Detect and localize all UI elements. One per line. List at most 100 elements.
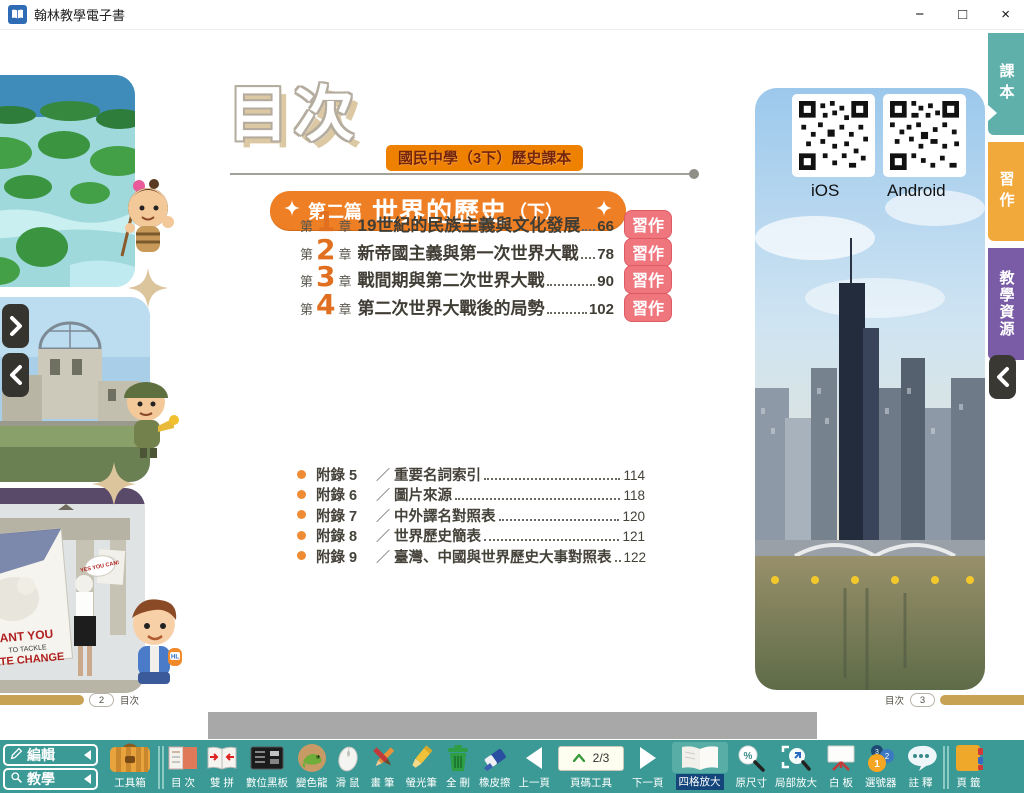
edit-mode-button[interactable]: 編輯 bbox=[3, 744, 98, 766]
toolbar-button-whiteboard[interactable]: 白 板 bbox=[821, 742, 861, 793]
appendix-row[interactable]: 附錄 5 ／ 重要名詞索引 114 bbox=[297, 464, 645, 484]
footer-left: 2 目次 bbox=[0, 692, 145, 708]
app-window: 翰林教學電子書 − □ × bbox=[0, 0, 1024, 793]
toolbar-button-toolbox[interactable]: 工具箱 bbox=[98, 742, 156, 793]
toolbar-button-next-page[interactable]: 下一頁 bbox=[628, 742, 668, 793]
nav-back-button-left[interactable] bbox=[2, 353, 29, 397]
maximize-button[interactable]: □ bbox=[958, 0, 967, 30]
nav-forward-button[interactable] bbox=[2, 304, 29, 348]
toolbox-icon bbox=[108, 742, 152, 774]
workbook-badge[interactable]: 習作 bbox=[624, 238, 672, 267]
toolbar-button-annotation[interactable]: 註 釋 bbox=[901, 742, 941, 793]
brush-icon bbox=[368, 742, 398, 774]
teach-mode-button[interactable]: 教學 bbox=[3, 768, 98, 790]
tab-teaching-resources[interactable]: 教學資源 bbox=[988, 248, 1024, 360]
workbook-badge[interactable]: 習作 bbox=[624, 293, 672, 322]
toolbar-separator bbox=[158, 746, 160, 789]
bullet-icon bbox=[297, 490, 306, 499]
photo-city-skyline: iOS Android bbox=[755, 88, 985, 690]
svg-text:2: 2 bbox=[885, 752, 890, 761]
toolbar-button-mouse[interactable]: 滑 鼠 bbox=[332, 742, 364, 793]
window-title: 翰林教學電子書 bbox=[34, 5, 125, 24]
collapse-arrow-icon bbox=[84, 774, 91, 784]
svg-text:1: 1 bbox=[874, 759, 880, 770]
qr-code-ios bbox=[792, 94, 875, 177]
page-title: 目次 bbox=[228, 66, 360, 153]
star-icon bbox=[284, 200, 300, 221]
toolbar-button-prev-page[interactable]: 上一頁 bbox=[515, 742, 555, 793]
close-button[interactable]: × bbox=[1001, 0, 1010, 30]
mascot-soldier-character bbox=[110, 368, 182, 465]
magnifier-pen-icon bbox=[10, 771, 23, 787]
chapter-row[interactable]: 第 2 章 新帝國主義與第一次世界大戰 78 習作 bbox=[300, 239, 672, 267]
toolbar-button-delete-all[interactable]: 全 刪 bbox=[441, 742, 475, 793]
book-subtitle-badge: 國民中學（3下）歷史課本 bbox=[386, 145, 583, 171]
horizontal-scrollbar[interactable] bbox=[208, 712, 817, 739]
mouse-icon bbox=[336, 742, 360, 774]
number-picker-icon: 321 bbox=[866, 742, 896, 774]
mascot-tribal-character bbox=[108, 170, 180, 273]
blackboard-icon bbox=[250, 742, 284, 774]
prev-page-icon bbox=[523, 742, 545, 774]
workbook-badge[interactable]: 習作 bbox=[624, 265, 672, 294]
appendix-row[interactable]: 附錄 6 ／ 圖片來源 118 bbox=[297, 484, 645, 504]
toolbar-button-original-size[interactable]: % 原尺寸 bbox=[732, 742, 772, 793]
chameleon-icon bbox=[297, 742, 327, 774]
next-page-icon bbox=[637, 742, 659, 774]
chapter-row[interactable]: 第 4 章 第二次世界大戰後的局勢 102 習作 bbox=[300, 294, 672, 322]
toolbar-separator bbox=[943, 746, 945, 789]
annotation-icon bbox=[905, 742, 937, 774]
footer-label: 目次 bbox=[885, 693, 904, 707]
nav-back-button-right[interactable] bbox=[989, 355, 1016, 399]
partial-zoom-icon bbox=[781, 742, 811, 774]
bullet-icon bbox=[297, 510, 306, 519]
whiteboard-icon bbox=[825, 742, 857, 774]
svg-text:HL: HL bbox=[171, 655, 179, 661]
footer-page-number: 3 bbox=[910, 693, 935, 707]
tab-textbook[interactable]: 課本 bbox=[988, 33, 1024, 135]
toc-icon bbox=[168, 742, 198, 774]
original-size-icon: % bbox=[737, 742, 765, 774]
qr-code-android bbox=[883, 94, 966, 177]
chapter-row[interactable]: 第 1 章 19世紀的民族主義與文化發展 66 習作 bbox=[300, 211, 672, 239]
bullet-icon bbox=[297, 470, 306, 479]
toolbar-button-digital-blackboard[interactable]: 數位黑板 bbox=[242, 742, 292, 793]
svg-text:%: % bbox=[744, 751, 753, 762]
appendix-row[interactable]: 附錄 8 ／ 世界歷史簡表 121 bbox=[297, 525, 645, 545]
bullet-icon bbox=[297, 531, 306, 540]
toolbar-button-highlighter[interactable]: 螢光筆 bbox=[402, 742, 442, 793]
eraser-icon bbox=[480, 742, 510, 774]
toolbar-button-double-page[interactable]: 雙 拼 bbox=[202, 742, 242, 793]
footer-gold-bar bbox=[940, 695, 1024, 705]
minimize-button[interactable]: − bbox=[915, 0, 924, 30]
caret-up-icon bbox=[573, 749, 585, 767]
toolbar-button-page-tab[interactable]: 頁 籤 bbox=[949, 742, 989, 793]
mode-buttons: 編輯 教學 bbox=[3, 742, 98, 793]
title-bar: 翰林教學電子書 − □ × bbox=[0, 0, 1024, 30]
toolbar-button-toc[interactable]: 目 次 bbox=[164, 742, 202, 793]
appendix-list: 附錄 5 ／ 重要名詞索引 114 附錄 6 ／ 圖片來源 118 附錄 7 ／… bbox=[297, 464, 645, 566]
trash-icon bbox=[445, 742, 471, 774]
footer-gold-bar bbox=[0, 695, 84, 705]
toolbar-button-chameleon[interactable]: 變色龍 bbox=[292, 742, 332, 793]
chapter-row[interactable]: 第 3 章 戰間期與第二次世界大戰 90 習作 bbox=[300, 266, 672, 294]
toolbar-button-brush[interactable]: 畫 筆 bbox=[364, 742, 402, 793]
toolbar-page-number-tool[interactable]: 2/3 頁碼工具 bbox=[554, 742, 628, 793]
page-number-input[interactable]: 2/3 bbox=[558, 746, 624, 771]
workbook-badge[interactable]: 習作 bbox=[624, 210, 672, 239]
footer-right: 目次 3 bbox=[879, 692, 1024, 708]
diamond-ornament bbox=[92, 462, 136, 511]
collapse-arrow-icon bbox=[84, 750, 91, 760]
toolbar-button-number-picker[interactable]: 321 選號器 bbox=[861, 742, 901, 793]
bottom-toolbar: 編輯 教學 工具箱 bbox=[0, 740, 1024, 793]
appendix-row[interactable]: 附錄 7 ／ 中外譯名對照表 120 bbox=[297, 505, 645, 525]
four-grid-zoom-icon bbox=[672, 742, 728, 773]
toolbar-button-four-grid-zoom[interactable]: 四格放大 bbox=[668, 742, 732, 793]
toolbar-button-partial-zoom[interactable]: 局部放大 bbox=[771, 742, 821, 793]
tab-workbook[interactable]: 習作 bbox=[988, 142, 1024, 241]
footer-page-number: 2 bbox=[89, 693, 114, 707]
bullet-icon bbox=[297, 551, 306, 560]
toolbar-button-eraser[interactable]: 橡皮擦 bbox=[475, 742, 515, 793]
appendix-row[interactable]: 附錄 9 ／ 臺灣、中國與世界歷史大事對照表 122 bbox=[297, 546, 645, 566]
mascot-reporter-character: HL bbox=[118, 588, 194, 697]
